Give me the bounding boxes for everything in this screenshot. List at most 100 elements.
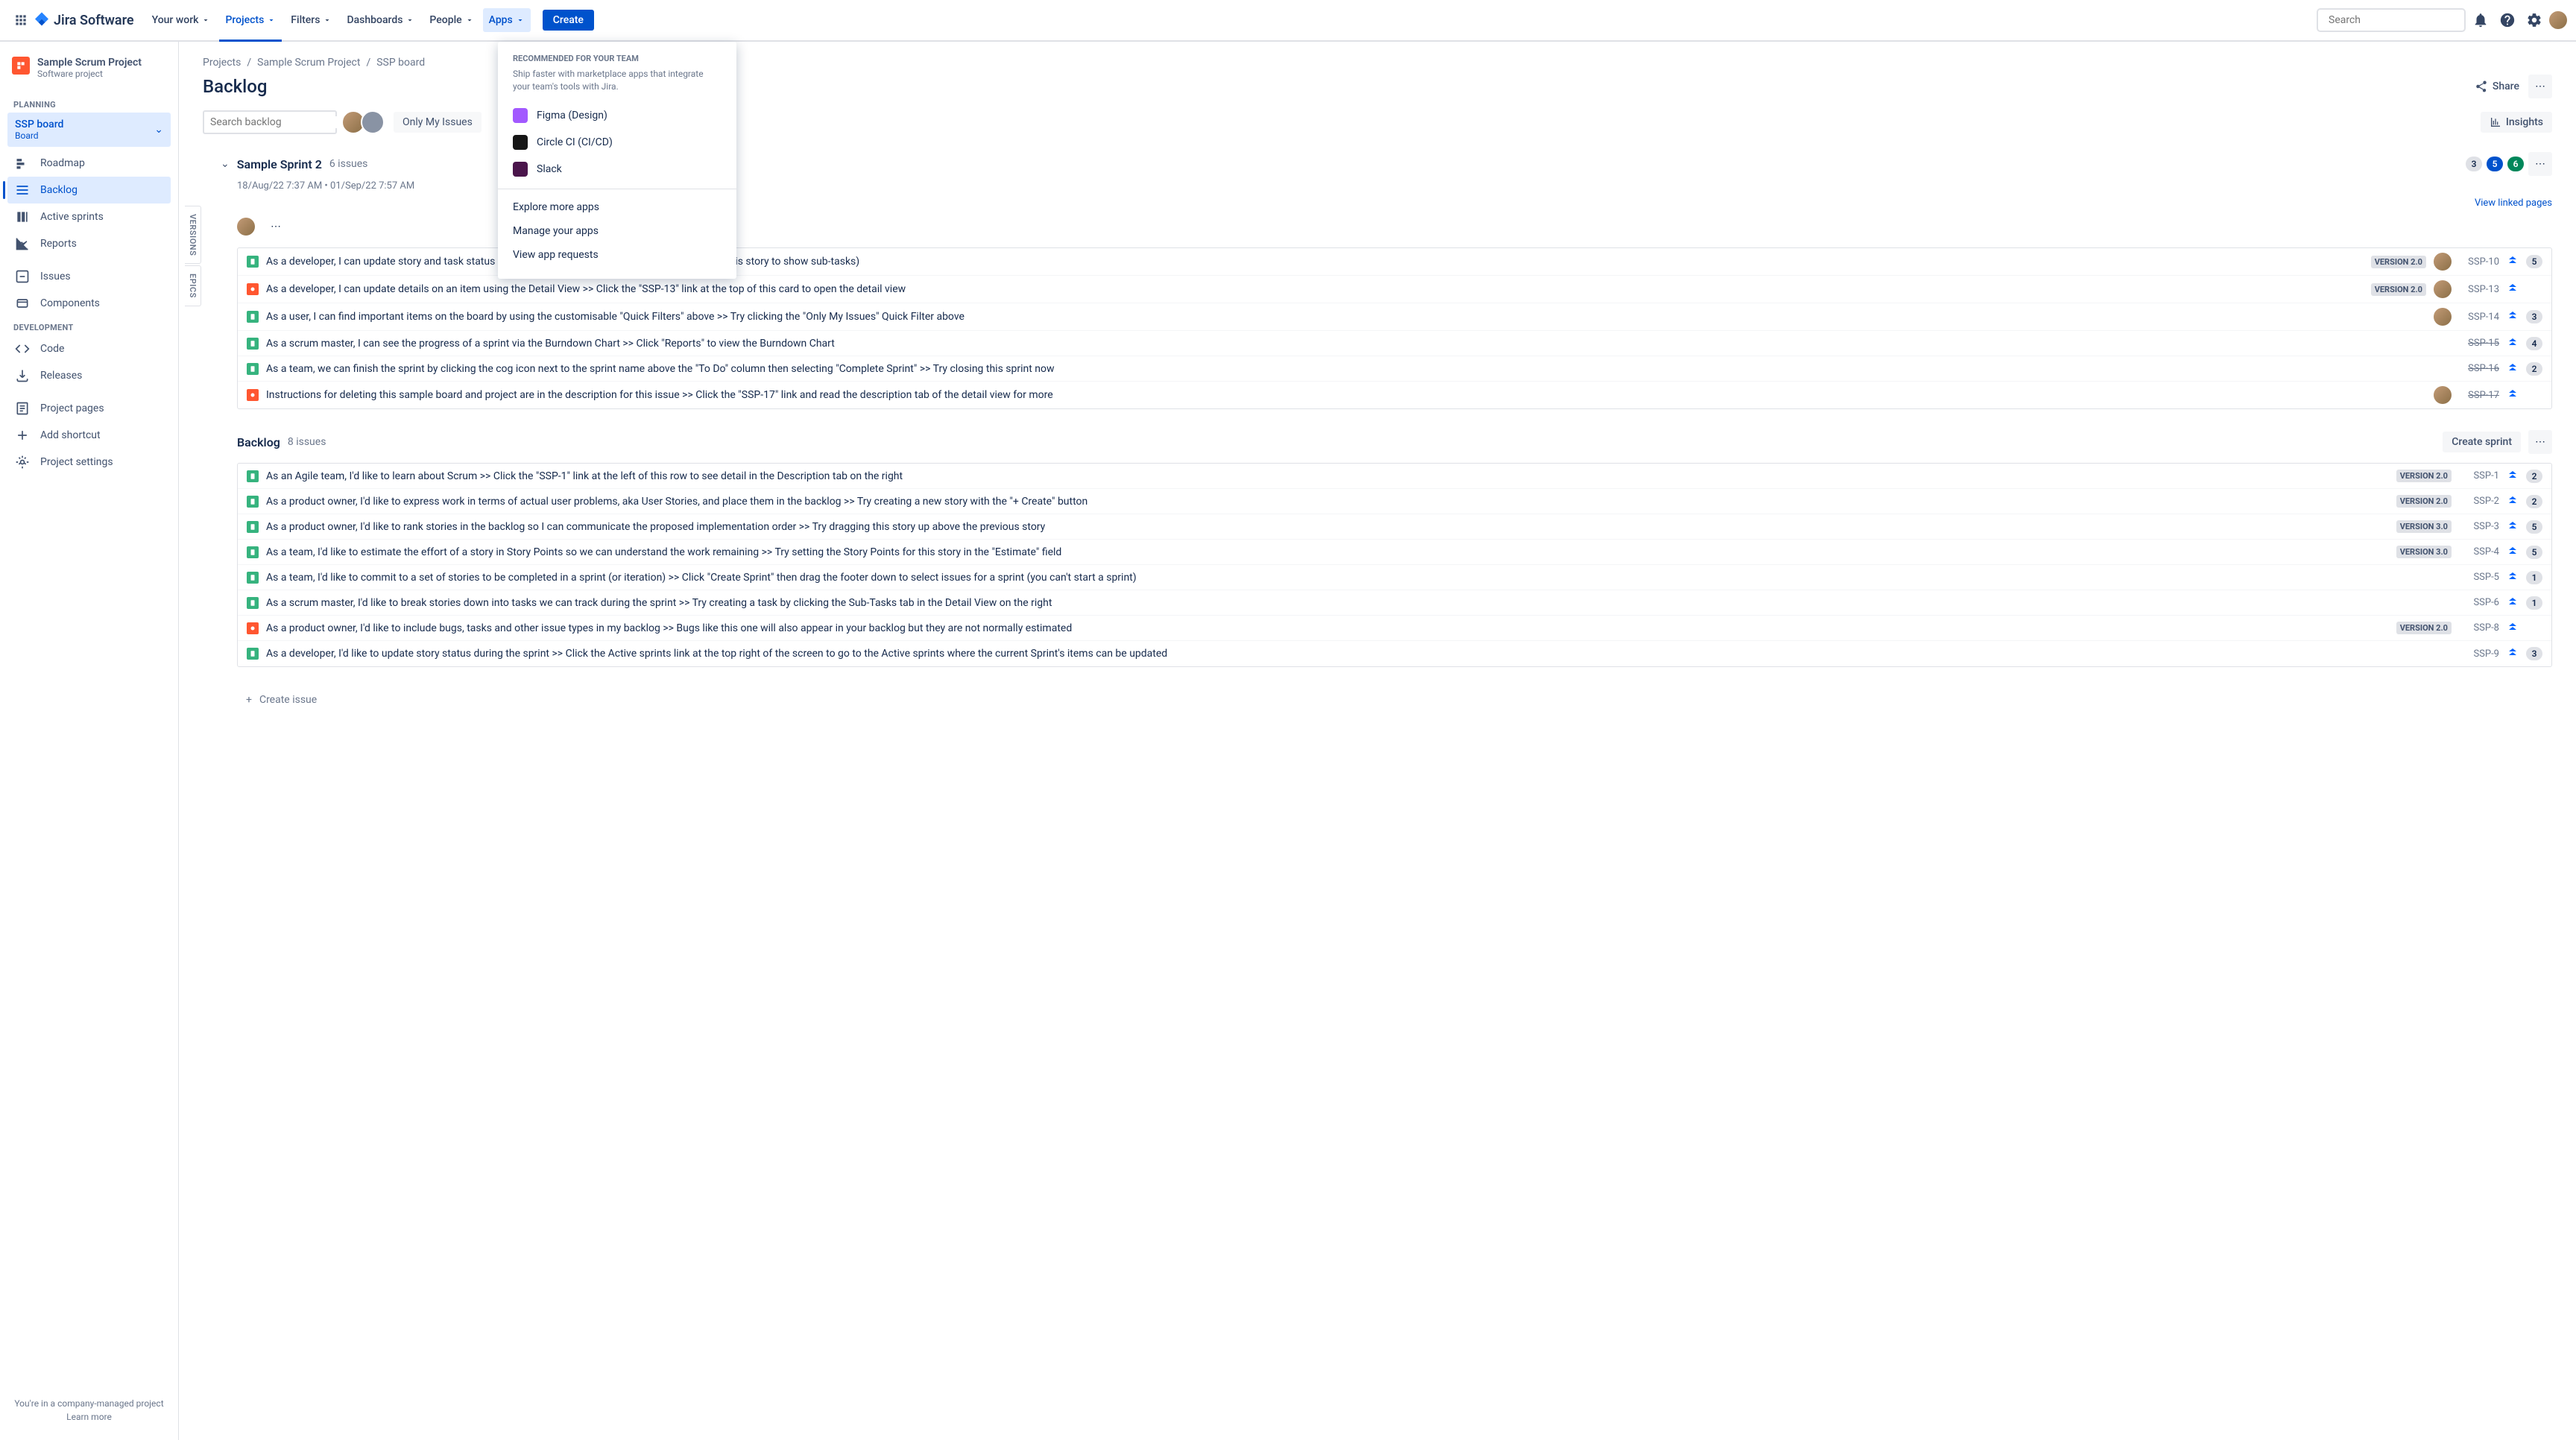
sprint-more-button[interactable]: ⋯ <box>2528 152 2552 176</box>
breadcrumb-board[interactable]: SSP board <box>376 57 425 69</box>
global-search-input[interactable] <box>2329 14 2461 26</box>
sprint-avatar[interactable] <box>237 218 255 236</box>
issue-summary: As a developer, I can update details on … <box>266 283 2364 295</box>
issue-row[interactable]: As a scrum master, I can see the progres… <box>238 331 2551 356</box>
search-backlog-input[interactable] <box>210 116 343 128</box>
dropdown-link-2[interactable]: View app requests <box>498 243 736 267</box>
nav-projects[interactable]: Projects <box>219 8 282 32</box>
board-selector[interactable]: SSP board Board ⌄ <box>7 113 171 147</box>
issue-row[interactable]: As a user, I can find important items on… <box>238 303 2551 331</box>
footer-learn-more[interactable]: Learn more <box>12 1412 166 1422</box>
global-search[interactable] <box>2317 8 2466 32</box>
issue-key[interactable]: SSP-16 <box>2459 363 2499 374</box>
estimate-badge: 3 <box>2526 647 2542 660</box>
sprint-issue-count: 6 issues <box>329 158 368 170</box>
sidebar-active-sprints[interactable]: Active sprints <box>7 203 171 230</box>
insights-button[interactable]: Insights <box>2481 112 2552 133</box>
breadcrumb-projects[interactable]: Projects <box>203 57 241 69</box>
issue-key[interactable]: SSP-15 <box>2459 338 2499 349</box>
sidebar-reports[interactable]: Reports <box>7 230 171 257</box>
estimate-badge: 2 <box>2526 495 2542 508</box>
create-issue-button[interactable]: + Create issue <box>237 688 2552 712</box>
sprint-inline-more[interactable]: ⋯ <box>264 215 288 239</box>
issue-key[interactable]: SSP-6 <box>2459 597 2499 608</box>
issue-key[interactable]: SSP-9 <box>2459 648 2499 660</box>
avatar-unassigned[interactable] <box>361 110 385 134</box>
only-my-issues-filter[interactable]: Only My Issues <box>394 112 482 133</box>
issue-key[interactable]: SSP-14 <box>2459 312 2499 323</box>
create-button[interactable]: Create <box>543 10 594 31</box>
priority-icon <box>2507 648 2519 660</box>
backlog-more-button[interactable]: ⋯ <box>2528 430 2552 454</box>
jira-logo[interactable]: Jira Software <box>33 11 134 29</box>
version-tag: VERSION 2.0 <box>2396 495 2452 508</box>
nav-dashboards[interactable]: Dashboards <box>341 8 420 32</box>
sidebar-backlog[interactable]: Backlog <box>7 177 171 203</box>
issue-row[interactable]: Instructions for deleting this sample bo… <box>238 382 2551 408</box>
issue-row[interactable]: As a scrum master, I'd like to break sto… <box>238 590 2551 616</box>
app-switcher-icon[interactable] <box>9 8 33 32</box>
estimate-badge: 3 <box>2526 310 2542 323</box>
issue-key[interactable]: SSP-5 <box>2459 572 2499 583</box>
issue-key[interactable]: SSP-13 <box>2459 284 2499 295</box>
issue-assignee[interactable] <box>2434 308 2452 326</box>
issue-key[interactable]: SSP-2 <box>2459 496 2499 507</box>
notifications-icon[interactable] <box>2469 8 2493 32</box>
issue-assignee[interactable] <box>2434 253 2452 271</box>
nav-people[interactable]: People <box>423 8 479 32</box>
issue-row[interactable]: As an Agile team, I'd like to learn abou… <box>238 464 2551 489</box>
dropdown-app-0[interactable]: Figma (Design) <box>498 102 736 129</box>
issue-row[interactable]: As a team, I'd like to commit to a set o… <box>238 565 2551 590</box>
sidebar-issues[interactable]: Issues <box>7 263 171 290</box>
sidebar-project-settings[interactable]: Project settings <box>7 449 171 476</box>
nav-your-work[interactable]: Your work <box>146 8 217 32</box>
issue-row[interactable]: As a product owner, I'd like to include … <box>238 616 2551 641</box>
page-title: Backlog <box>203 76 267 97</box>
issue-row[interactable]: As a team, I'd like to estimate the effo… <box>238 540 2551 565</box>
sidebar-releases[interactable]: Releases <box>7 362 171 389</box>
issue-key[interactable]: SSP-3 <box>2459 521 2499 532</box>
sidebar-code[interactable]: Code <box>7 335 171 362</box>
more-actions-button[interactable]: ⋯ <box>2528 75 2552 98</box>
issue-row[interactable]: As a product owner, I'd like to express … <box>238 489 2551 514</box>
versions-tab[interactable]: VERSIONS <box>185 206 201 264</box>
project-header[interactable]: Sample Scrum Project Software project <box>6 57 172 94</box>
help-icon[interactable] <box>2496 8 2519 32</box>
priority-icon <box>2507 622 2519 634</box>
settings-icon[interactable] <box>2522 8 2546 32</box>
breadcrumb-project[interactable]: Sample Scrum Project <box>257 57 360 69</box>
issue-key[interactable]: SSP-8 <box>2459 622 2499 634</box>
collapse-sprint-icon[interactable]: ⌄ <box>221 158 230 170</box>
issue-key[interactable]: SSP-10 <box>2459 256 2499 268</box>
dropdown-app-2[interactable]: Slack <box>498 156 736 183</box>
dropdown-link-1[interactable]: Manage your apps <box>498 219 736 243</box>
issue-key[interactable]: SSP-1 <box>2459 470 2499 481</box>
nav-filters[interactable]: Filters <box>285 8 338 32</box>
user-avatar[interactable] <box>2549 11 2567 29</box>
sidebar-project-pages[interactable]: Project pages <box>7 395 171 422</box>
issue-summary: As an Agile team, I'd like to learn abou… <box>266 470 2389 482</box>
issue-key[interactable]: SSP-4 <box>2459 546 2499 558</box>
dropdown-link-0[interactable]: Explore more apps <box>498 195 736 219</box>
priority-icon <box>2507 256 2519 268</box>
issue-assignee[interactable] <box>2434 280 2452 298</box>
create-sprint-button[interactable]: Create sprint <box>2443 432 2521 452</box>
epics-tab[interactable]: EPICS <box>185 265 201 306</box>
estimate-badge: 2 <box>2526 362 2542 376</box>
nav-apps[interactable]: Apps <box>483 8 531 32</box>
issue-key[interactable]: SSP-17 <box>2459 390 2499 401</box>
sidebar-add-shortcut[interactable]: Add shortcut <box>7 422 171 449</box>
priority-icon <box>2507 338 2519 350</box>
issue-row[interactable]: As a team, we can finish the sprint by c… <box>238 356 2551 382</box>
share-button[interactable]: Share <box>2475 80 2519 93</box>
issue-row[interactable]: As a developer, I can update details on … <box>238 276 2551 303</box>
sidebar-roadmap[interactable]: Roadmap <box>7 150 171 177</box>
sidebar-components[interactable]: Components <box>7 290 171 317</box>
search-backlog[interactable] <box>203 110 337 134</box>
issue-assignee[interactable] <box>2434 386 2452 404</box>
issue-row[interactable]: As a developer, I'd like to update story… <box>238 641 2551 666</box>
dropdown-app-1[interactable]: Circle CI (CI/CD) <box>498 129 736 156</box>
priority-icon <box>2507 597 2519 609</box>
issue-row[interactable]: As a product owner, I'd like to rank sto… <box>238 514 2551 540</box>
assignee-filter[interactable] <box>346 110 385 134</box>
